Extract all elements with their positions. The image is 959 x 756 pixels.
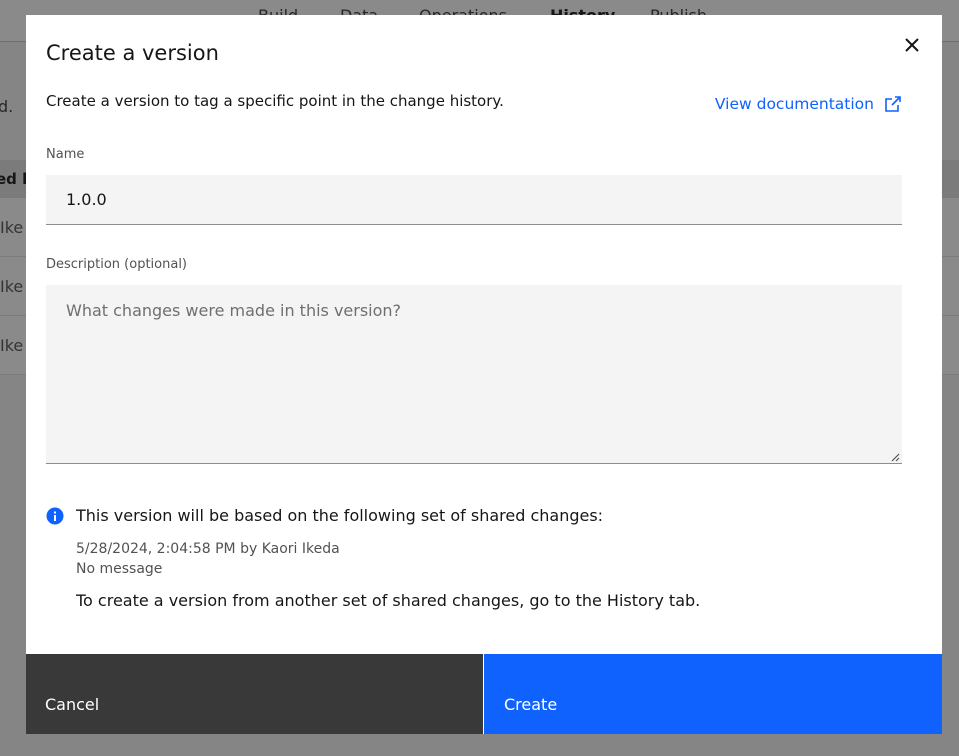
change-message: No message xyxy=(76,561,163,577)
view-documentation-link[interactable]: View documentation xyxy=(715,95,902,113)
history-tab-hint: To create a version from another set of … xyxy=(76,591,701,610)
dialog-footer: Cancel Create xyxy=(26,654,942,734)
close-button[interactable] xyxy=(896,29,928,61)
external-link-icon xyxy=(885,96,901,112)
shared-changes-info: This version will be based on the follow… xyxy=(76,506,604,525)
close-icon xyxy=(905,38,919,52)
cancel-button[interactable]: Cancel xyxy=(26,654,483,734)
resize-handle-icon[interactable] xyxy=(890,452,900,462)
create-button[interactable]: Create xyxy=(483,654,942,734)
name-label: Name xyxy=(46,147,85,162)
description-textarea[interactable] xyxy=(46,285,902,464)
name-input[interactable] xyxy=(46,175,902,225)
create-version-dialog: Create a version Create a version to tag… xyxy=(26,15,942,734)
info-icon xyxy=(46,507,64,525)
view-documentation-label: View documentation xyxy=(714,95,874,113)
description-label: Description (optional) xyxy=(46,257,188,272)
dialog-title: Create a version xyxy=(46,41,219,65)
change-timestamp: 5/28/2024, 2:04:58 PM by Kaori Ikeda xyxy=(76,541,340,557)
dialog-description: Create a version to tag a specific point… xyxy=(46,92,504,110)
